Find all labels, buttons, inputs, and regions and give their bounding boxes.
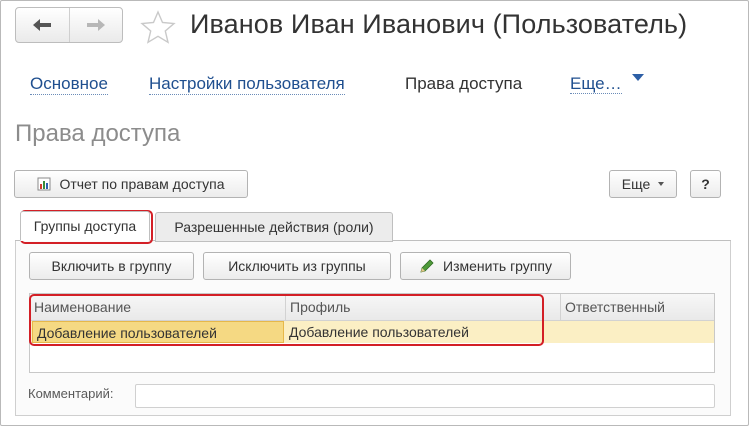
forward-button[interactable] xyxy=(68,8,123,42)
report-icon xyxy=(37,177,51,191)
link-main[interactable]: Основное xyxy=(30,74,108,95)
exclude-from-group-button[interactable]: Исключить из группы xyxy=(203,252,391,280)
column-header-profile[interactable]: Профиль xyxy=(285,294,560,320)
link-more[interactable]: Еще… xyxy=(570,74,644,94)
include-in-group-button[interactable]: Включить в группу xyxy=(29,252,194,280)
pencil-icon xyxy=(419,258,435,274)
edit-group-button[interactable]: Изменить группу xyxy=(400,252,571,280)
access-report-label: Отчет по правам доступа xyxy=(59,176,225,192)
column-header-name[interactable]: Наименование xyxy=(30,294,285,320)
table-row[interactable]: Добавление пользователей Добавление поль… xyxy=(30,321,714,343)
star-icon xyxy=(140,10,176,44)
cell-responsible[interactable] xyxy=(560,321,714,343)
help-button[interactable]: ? xyxy=(690,170,721,198)
caret-down-icon xyxy=(658,182,665,186)
page-title: Права доступа xyxy=(15,120,181,147)
table-header: Наименование Профиль Ответственный xyxy=(30,294,714,321)
arrow-right-icon xyxy=(86,19,105,31)
tab-access-groups[interactable]: Группы доступа xyxy=(20,211,150,241)
favorite-button[interactable] xyxy=(140,10,176,44)
more-label: Еще xyxy=(621,176,651,192)
comment-input[interactable] xyxy=(135,384,715,408)
window-title: Иванов Иван Иванович (Пользователь) xyxy=(190,9,688,39)
link-user-settings[interactable]: Настройки пользователя xyxy=(149,74,345,95)
more-dropdown-button[interactable]: Еще xyxy=(609,170,677,198)
nav-buttons xyxy=(15,7,123,43)
arrow-left-icon xyxy=(33,19,52,31)
access-report-button[interactable]: Отчет по правам доступа xyxy=(14,170,248,198)
comment-label: Комментарий: xyxy=(28,386,114,401)
cell-name[interactable]: Добавление пользователей xyxy=(32,321,284,343)
dropdown-triangle-icon xyxy=(631,74,644,81)
link-more-label: Еще… xyxy=(570,74,622,94)
tab-roles[interactable]: Разрешенные действия (роли) xyxy=(155,212,393,242)
link-access-rights[interactable]: Права доступа xyxy=(405,74,522,94)
edit-group-label: Изменить группу xyxy=(443,258,552,274)
back-button[interactable] xyxy=(16,8,69,42)
column-header-responsible[interactable]: Ответственный xyxy=(560,294,714,320)
cell-profile[interactable]: Добавление пользователей xyxy=(285,321,560,343)
access-groups-table: Наименование Профиль Ответственный Добав… xyxy=(29,293,715,373)
